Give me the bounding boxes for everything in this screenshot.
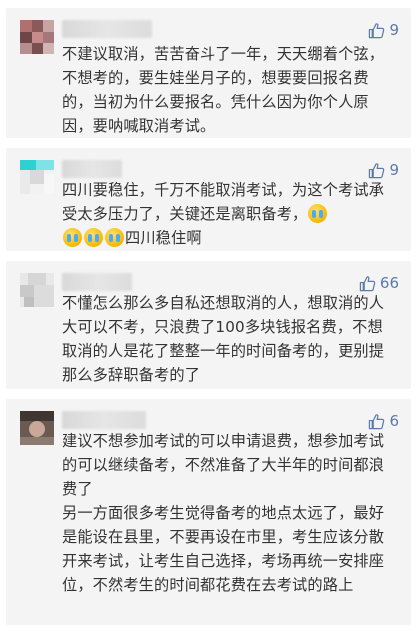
like-button[interactable]: 66 — [359, 273, 399, 293]
like-count: 9 — [389, 161, 399, 179]
crying-face-icon — [84, 228, 103, 247]
comment-text: 四川要稳住，千万不能取消考试，为这个考试承受太多压力了，关键还是离职备考， 四川… — [62, 178, 393, 250]
crying-face-icon — [63, 228, 82, 247]
avatar[interactable] — [20, 160, 54, 194]
like-button[interactable]: 6 — [368, 411, 399, 431]
comment-feed: 9 不建议取消，苦苦奋斗了一年，天天绷着个弦，不想考的，要生娃坐月子的，想要要回… — [0, 0, 417, 631]
comment-card: 9 四川要稳住，千万不能取消考试，为这个考试承受太多压力了，关键还是离职备考， … — [6, 148, 411, 251]
like-button[interactable]: 9 — [368, 160, 399, 180]
username[interactable] — [62, 411, 146, 429]
comment-card: 66 不懂怎么那么多自私还想取消的人，想取消的人大可以不考，只浪费了100多块钱… — [6, 261, 411, 389]
avatar[interactable] — [20, 411, 54, 445]
like-count: 6 — [389, 412, 399, 430]
thumbs-up-icon — [369, 162, 385, 178]
comment-paragraph: 另一方面很多考生觉得备考的地点太远了，最好是能设在县里，不要再设在市里，考生应该… — [62, 504, 385, 594]
comment-card: 9 不建议取消，苦苦奋斗了一年，天天绷着个弦，不想考的，要生娃坐月子的，想要要回… — [6, 8, 411, 138]
comment-paragraph: 建议不想参加考试的可以申请退费，想参加考试的可以继续备考，不然准备了大半年的时间… — [62, 432, 385, 498]
avatar[interactable] — [20, 20, 54, 54]
thumbs-up-icon — [369, 413, 385, 429]
avatar[interactable] — [20, 273, 54, 307]
comment-text: 建议不想参加考试的可以申请退费，想参加考试的可以继续备考，不然准备了大半年的时间… — [62, 429, 393, 597]
thumbs-up-icon — [359, 275, 376, 291]
comment-paragraph: 四川要稳住，千万不能取消考试，为这个考试承受太多压力了，关键还是离职备考， 四川… — [62, 178, 393, 250]
comment-text-part: 四川稳住啊 — [125, 229, 202, 247]
comment-text: 不懂怎么那么多自私还想取消的人，想取消的人大可以不考，只浪费了100多块钱报名费… — [62, 291, 393, 387]
username[interactable] — [62, 20, 152, 38]
username[interactable] — [62, 160, 122, 178]
username[interactable] — [62, 273, 132, 291]
comment-text-part: 四川要稳住，千万不能取消考试，为这个考试承受太多压力了，关键还是离职备考， — [62, 181, 385, 223]
like-button[interactable]: 9 — [368, 20, 399, 40]
crying-face-icon — [105, 228, 124, 247]
thumbs-up-icon — [369, 22, 385, 38]
comment-paragraph: 不建议取消，苦苦奋斗了一年，天天绷着个弦，不想考的，要生娃坐月子的，想要要回报名… — [62, 45, 385, 135]
like-count: 66 — [379, 274, 399, 292]
comment-paragraph: 不懂怎么那么多自私还想取消的人，想取消的人大可以不考，只浪费了100多块钱报名费… — [62, 294, 385, 384]
comment-card: 6 建议不想参加考试的可以申请退费，想参加考试的可以继续备考，不然准备了大半年的… — [6, 399, 411, 625]
like-count: 9 — [389, 21, 399, 39]
comment-text: 不建议取消，苦苦奋斗了一年，天天绷着个弦，不想考的，要生娃坐月子的，想要要回报名… — [62, 42, 393, 138]
crying-face-icon — [308, 204, 328, 223]
